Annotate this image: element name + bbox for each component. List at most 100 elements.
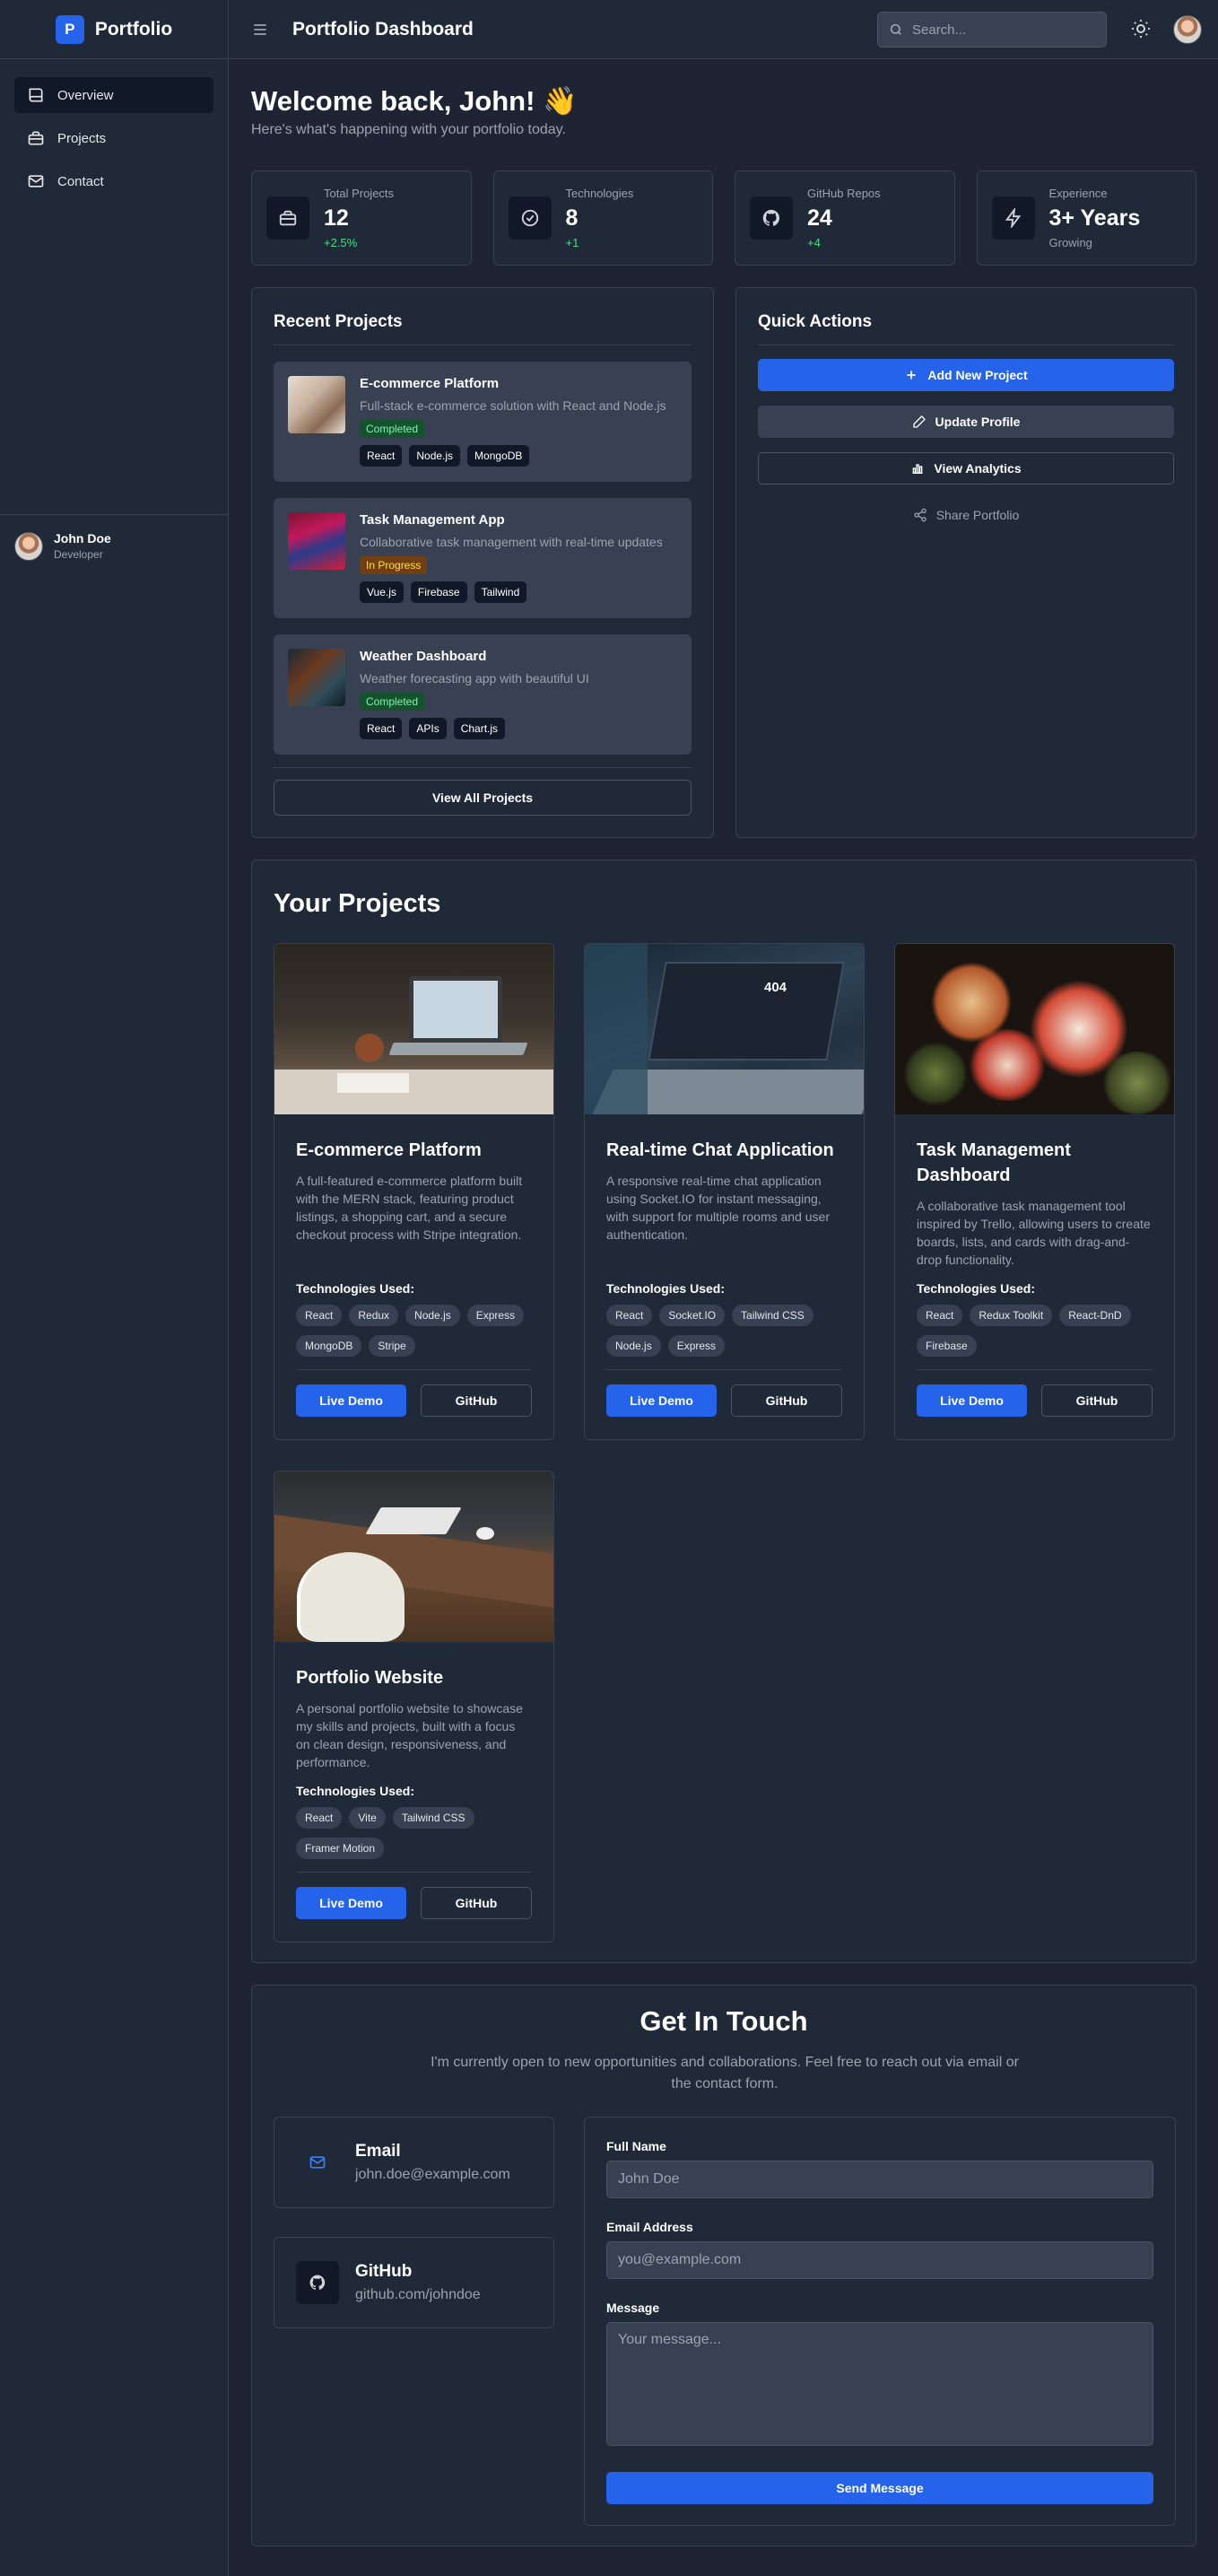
button-label: Share Portfolio xyxy=(935,508,1020,522)
sidebar-item-label: Overview xyxy=(57,87,114,103)
github-button[interactable]: GitHub xyxy=(421,1384,532,1417)
mail-icon xyxy=(28,175,44,188)
list-item[interactable]: Weather Dashboard Weather forecasting ap… xyxy=(274,634,692,755)
email-address[interactable]: john.doe@example.com xyxy=(355,2167,510,2183)
tech-tag: React xyxy=(917,1305,963,1326)
contact-form: Full Name Email Address Message Send Mes… xyxy=(584,2117,1176,2526)
user-avatar[interactable] xyxy=(1173,15,1202,44)
project-desc: A collaborative task management tool ins… xyxy=(917,1199,1151,1267)
search-box[interactable] xyxy=(877,12,1107,48)
project-name: E-commerce Platform xyxy=(360,376,500,391)
sidebar-item-contact[interactable]: Contact xyxy=(14,163,213,199)
project-card: 404 Real-time Chat Application A respons… xyxy=(584,943,865,1440)
tech-tag: MongoDB xyxy=(296,1335,362,1357)
sidebar-item-projects[interactable]: Projects xyxy=(14,120,213,156)
your-projects-section: Your Projects E-commerce Platform A full… xyxy=(251,860,1196,1963)
divider xyxy=(274,767,692,768)
stats-row: Total Projects 12 +2.5% Technologies 8 +… xyxy=(251,170,1196,266)
github-card[interactable]: GitHub github.com/johndoe xyxy=(274,2237,554,2328)
tech-tag: Node.js xyxy=(606,1335,661,1357)
project-desc: Full-stack e-commerce solution with Reac… xyxy=(360,398,666,413)
tech-tag: Chart.js xyxy=(453,718,506,739)
tech-label: Technologies Used: xyxy=(606,1281,725,1296)
card-actions: Live Demo GitHub xyxy=(296,1384,532,1417)
menu-icon[interactable] xyxy=(251,21,269,39)
tag-list: React Redux Node.js Express MongoDB Stri… xyxy=(296,1305,532,1357)
live-demo-button[interactable]: Live Demo xyxy=(917,1384,1027,1417)
info-title: Email xyxy=(355,2142,401,2161)
contact-section: Get In Touch I'm currently open to new o… xyxy=(251,1985,1196,2546)
tech-tag: Vue.js xyxy=(360,581,404,603)
section-title: Your Projects xyxy=(274,889,441,918)
share-portfolio-button[interactable]: Share Portfolio xyxy=(758,499,1174,531)
tag-list: React Node.js MongoDB xyxy=(360,445,666,467)
tech-tag: React xyxy=(296,1305,343,1326)
send-message-button[interactable]: Send Message xyxy=(606,2472,1153,2504)
tag-list: React Redux Toolkit React-DnD Firebase xyxy=(917,1305,1153,1357)
email-card[interactable]: Email john.doe@example.com xyxy=(274,2117,554,2208)
share-icon xyxy=(914,508,927,522)
project-desc: Collaborative task management with real-… xyxy=(360,535,663,549)
bolt-icon xyxy=(991,196,1035,240)
message-field[interactable] xyxy=(606,2322,1153,2446)
stat-card-github: GitHub Repos 24 +4 xyxy=(735,170,955,266)
button-label: View Analytics xyxy=(934,461,1022,476)
avatar xyxy=(14,531,43,561)
book-icon xyxy=(29,88,43,102)
tech-tag: React-DnD xyxy=(1059,1305,1131,1326)
tech-tag: Redux xyxy=(349,1305,399,1326)
live-demo-button[interactable]: Live Demo xyxy=(296,1384,406,1417)
sun-icon[interactable] xyxy=(1130,18,1152,39)
tech-tag: React xyxy=(360,445,403,467)
stat-value: 12 xyxy=(324,205,349,231)
project-desc: A full-featured e-commerce platform buil… xyxy=(296,1174,523,1242)
update-profile-button[interactable]: Update Profile xyxy=(758,406,1174,438)
stat-value: 24 xyxy=(807,205,832,231)
view-all-projects-button[interactable]: View All Projects xyxy=(274,780,692,816)
project-name: Weather Dashboard xyxy=(360,649,487,664)
welcome-subtitle: Here's what's happening with your portfo… xyxy=(251,122,566,137)
brand[interactable]: P Portfolio xyxy=(0,0,228,59)
panel-title: Recent Projects xyxy=(274,312,692,345)
tech-tag: Tailwind xyxy=(474,581,527,603)
github-link[interactable]: github.com/johndoe xyxy=(355,2287,481,2303)
name-field[interactable] xyxy=(606,2161,1153,2198)
stat-label: Experience xyxy=(1048,187,1108,200)
divider xyxy=(917,1369,1153,1370)
list-item[interactable]: Task Management App Collaborative task m… xyxy=(274,498,692,618)
sidebar-item-overview[interactable]: Overview xyxy=(14,77,213,113)
briefcase-icon xyxy=(28,131,44,145)
stat-label: Total Projects xyxy=(324,187,395,200)
live-demo-button[interactable]: Live Demo xyxy=(606,1384,717,1417)
section-subtitle: I'm currently open to new opportunities … xyxy=(431,2055,1019,2091)
stat-delta: +2.5% xyxy=(324,236,358,249)
stat-delta: Growing xyxy=(1048,236,1092,249)
github-button[interactable]: GitHub xyxy=(731,1384,842,1417)
stat-delta: +4 xyxy=(807,236,821,249)
project-image xyxy=(274,1471,553,1642)
page-title: Portfolio Dashboard xyxy=(292,18,474,39)
sidebar-user[interactable]: John Doe Developer xyxy=(0,514,228,577)
tech-tag: Vite xyxy=(349,1807,386,1829)
email-field[interactable] xyxy=(606,2241,1153,2279)
stat-delta: +1 xyxy=(565,236,579,249)
live-demo-button[interactable]: Live Demo xyxy=(296,1887,406,1919)
list-item[interactable]: E-commerce Platform Full-stack e-commerc… xyxy=(274,362,692,482)
tech-tag: React xyxy=(360,718,403,739)
message-label: Message xyxy=(606,2301,660,2315)
pencil-icon xyxy=(912,415,926,428)
stat-label: GitHub Repos xyxy=(807,187,881,200)
tag-list: React APIs Chart.js xyxy=(360,718,589,739)
view-analytics-button[interactable]: View Analytics xyxy=(758,452,1174,485)
project-thumbnail xyxy=(288,512,345,570)
plus-icon xyxy=(907,371,917,380)
project-title: Portfolio Website xyxy=(296,1668,444,1688)
tech-tag: Framer Motion xyxy=(296,1838,385,1859)
email-label: Email Address xyxy=(606,2220,693,2234)
status-badge: Completed xyxy=(360,420,425,438)
project-title: Real-time Chat Application xyxy=(606,1140,834,1160)
github-button[interactable]: GitHub xyxy=(1041,1384,1153,1417)
github-button[interactable]: GitHub xyxy=(421,1887,532,1919)
add-project-button[interactable]: Add New Project xyxy=(758,359,1174,391)
search-input[interactable] xyxy=(912,22,1083,38)
